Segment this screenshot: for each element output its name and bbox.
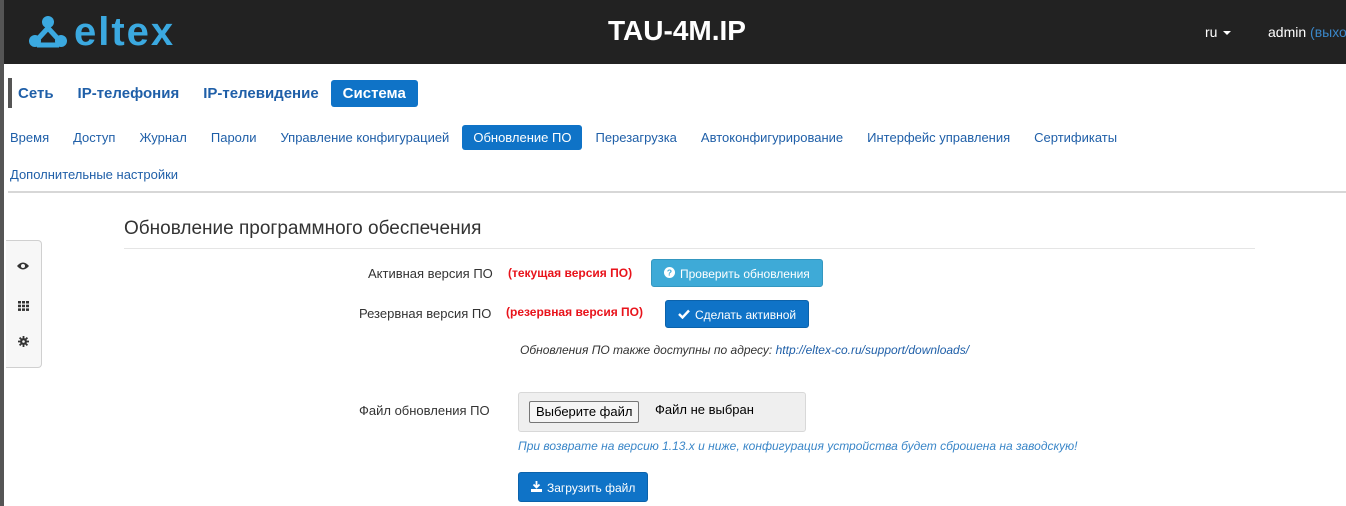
gear-icon[interactable] <box>15 335 31 351</box>
primary-nav: Сеть IP-телефония IP-телевидение Система <box>8 78 442 108</box>
language-label: ru <box>1205 24 1218 40</box>
tab-autoconfig[interactable]: Автоконфигурирование <box>701 130 843 145</box>
downloads-hint: Обновления ПО также доступны по адресу: … <box>520 343 969 357</box>
username: admin <box>1268 24 1307 40</box>
choose-file-button[interactable]: Выберите файл <box>529 401 640 423</box>
tab-additional-settings[interactable]: Дополнительные настройки <box>10 167 178 182</box>
nav-divider <box>8 191 1346 193</box>
tab-time[interactable]: Время <box>10 130 49 145</box>
file-name-status: Файл не выбран <box>655 402 754 417</box>
check-icon <box>678 302 690 330</box>
question-circle-icon: ? <box>664 261 675 289</box>
nav-system[interactable]: Система <box>330 79 418 107</box>
downloads-link[interactable]: http://eltex-co.ru/support/downloads/ <box>776 343 969 357</box>
tab-certificates[interactable]: Сертификаты <box>1034 130 1117 145</box>
title-divider <box>124 248 1255 249</box>
check-updates-button[interactable]: ? Проверить обновления <box>651 259 823 287</box>
secondary-nav: Время Доступ Журнал Пароли Управление ко… <box>10 124 1340 198</box>
top-bar: eltex TAU-4M.IP ru admin (выход) <box>0 0 1346 64</box>
side-toolbar <box>6 240 42 368</box>
svg-text:?: ? <box>667 268 672 278</box>
nav-network[interactable]: Сеть <box>18 85 54 102</box>
backup-version-label: Резервная версия ПО <box>359 306 492 321</box>
check-updates-label: Проверить обновления <box>680 267 810 281</box>
upload-file-button[interactable]: Загрузить файл <box>518 472 649 504</box>
left-edge <box>0 0 4 506</box>
grid-icon[interactable] <box>15 299 31 315</box>
tab-access[interactable]: Доступ <box>73 130 115 145</box>
secondary-nav-row: Время Доступ Журнал Пароли Управление ко… <box>10 124 1340 150</box>
active-version-value: (текущая версия ПО) <box>508 266 633 280</box>
tab-passwords[interactable]: Пароли <box>211 130 257 145</box>
tab-log[interactable]: Журнал <box>139 130 186 145</box>
nav-ip-tv[interactable]: IP-телевидение <box>203 85 318 102</box>
file-label: Файл обновления ПО <box>359 403 490 418</box>
nav-ip-telephony[interactable]: IP-телефония <box>78 85 180 102</box>
caret-down-icon <box>1223 31 1232 36</box>
backup-version-value: (резервная версия ПО) <box>506 305 644 319</box>
language-select[interactable]: ru <box>1205 24 1232 40</box>
secondary-nav-row: Дополнительные настройки <box>10 161 1340 187</box>
make-active-button[interactable]: Сделать активной <box>665 300 810 330</box>
user-info: admin (выход) <box>1268 24 1346 40</box>
tab-management-interface[interactable]: Интерфейс управления <box>867 130 1010 145</box>
tab-reboot[interactable]: Перезагрузка <box>595 130 676 145</box>
version-warning: При возврате на версию 1.13.x и ниже, ко… <box>518 439 1078 453</box>
tab-config-management[interactable]: Управление конфигурацией <box>280 130 449 145</box>
page-title: Обновление программного обеспечения <box>124 218 482 239</box>
device-name: TAU-4M.IP <box>608 15 746 46</box>
download-icon <box>531 474 542 504</box>
downloads-hint-text: Обновления ПО также доступны по адресу: <box>520 343 773 357</box>
make-active-label: Сделать активной <box>695 308 797 322</box>
upload-file-label: Загрузить файл <box>547 481 636 495</box>
eye-icon[interactable] <box>15 259 31 275</box>
file-input: Выберите файл Файл не выбран <box>518 392 806 432</box>
active-version-label: Активная версия ПО <box>368 266 493 281</box>
tab-firmware-update[interactable]: Обновление ПО <box>462 124 583 150</box>
logout-link[interactable]: (выход) <box>1310 24 1346 40</box>
